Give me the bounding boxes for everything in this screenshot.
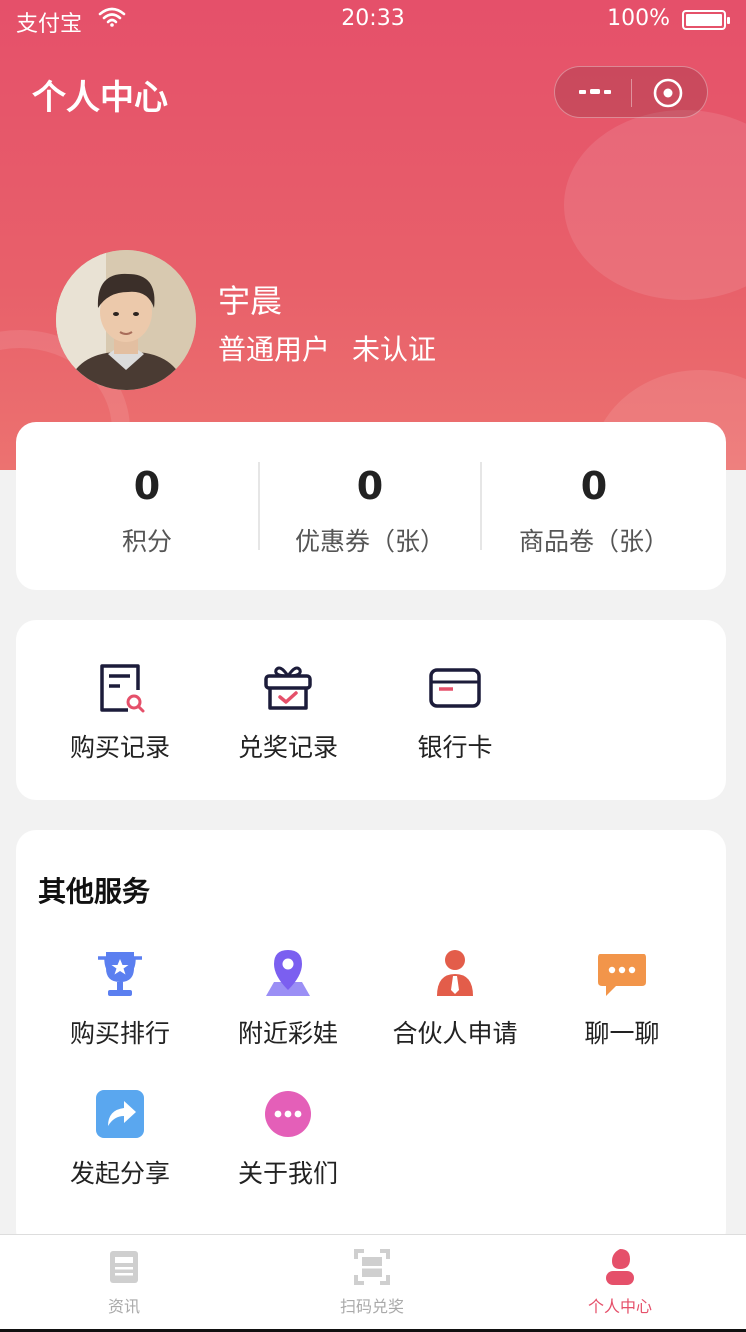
share-button[interactable]: 发起分享 xyxy=(36,1080,204,1220)
service-label: 聊一聊 xyxy=(584,1019,660,1048)
stat-product-vouchers[interactable]: 0 商品卷（张） xyxy=(483,422,705,590)
records-card: 购买记录 兑奖记录 银行卡 xyxy=(16,620,726,800)
share-icon xyxy=(92,1086,148,1142)
battery-icon xyxy=(682,10,730,30)
chat-bubble-icon xyxy=(594,946,650,1002)
user-name: 宇晨 xyxy=(218,282,283,320)
tab-scan[interactable]: 扫码兑奖 xyxy=(248,1235,496,1332)
gift-record-icon xyxy=(260,660,316,716)
more-menu-icon[interactable] xyxy=(575,77,615,107)
partner-application-button[interactable]: 合伙人申请 xyxy=(371,940,539,1080)
purchase-ranking-button[interactable]: 购买排行 xyxy=(36,940,204,1080)
stats-card: 0 积分 0 优惠券（张） 0 商品卷（张） xyxy=(16,422,726,590)
gift-record-label: 兑奖记录 xyxy=(237,733,338,762)
verification-status[interactable]: 未认证 xyxy=(352,333,436,366)
tab-news[interactable]: 资讯 xyxy=(0,1235,248,1332)
user-level-label: 普通用户 xyxy=(218,333,331,366)
purchase-record-button[interactable]: 购买记录 xyxy=(36,620,204,800)
stat-label: 优惠券（张） xyxy=(294,527,445,556)
service-label: 发起分享 xyxy=(69,1159,170,1188)
service-label: 合伙人申请 xyxy=(392,1019,518,1048)
tab-profile[interactable]: 个人中心 xyxy=(496,1235,744,1332)
stat-value: 0 xyxy=(133,464,161,508)
more-dots-icon xyxy=(260,1086,316,1142)
page-title: 个人中心 xyxy=(32,78,168,118)
bottom-tab-bar: 资讯 扫码兑奖 个人中心 xyxy=(0,1234,746,1332)
gift-record-button[interactable]: 兑奖记录 xyxy=(204,620,372,800)
tab-label: 个人中心 xyxy=(587,1297,652,1316)
service-label: 附近彩娃 xyxy=(237,1019,338,1048)
chat-button[interactable]: 聊一聊 xyxy=(538,940,706,1080)
bank-card-icon xyxy=(427,660,483,716)
stat-label: 商品卷（张） xyxy=(518,527,669,556)
bank-card-label: 银行卡 xyxy=(417,733,493,762)
nearby-lottery-button[interactable]: 附近彩娃 xyxy=(204,940,372,1080)
location-pin-icon xyxy=(260,946,316,1002)
close-mini-program-icon[interactable] xyxy=(651,77,685,109)
partner-icon xyxy=(427,946,483,1002)
stat-points[interactable]: 0 积分 xyxy=(36,422,258,590)
about-us-button[interactable]: 关于我们 xyxy=(204,1080,372,1220)
stat-label: 积分 xyxy=(121,527,172,556)
service-label: 关于我们 xyxy=(237,1159,338,1188)
other-services-card: 其他服务 购买排行 附近彩娃 合伙人申请 聊一聊 发起分享 关于我们 xyxy=(16,830,726,1250)
tab-label: 资讯 xyxy=(107,1297,140,1316)
avatar[interactable] xyxy=(56,250,196,390)
user-status: 普通用户 未认证 xyxy=(218,328,436,368)
trophy-icon xyxy=(92,946,148,1002)
news-icon xyxy=(104,1247,144,1287)
purchase-record-label: 购买记录 xyxy=(69,733,170,762)
bank-card-button[interactable]: 银行卡 xyxy=(371,620,539,800)
purchase-record-icon xyxy=(92,660,148,716)
tab-label: 扫码兑奖 xyxy=(339,1297,404,1316)
stat-coupons[interactable]: 0 优惠券（张） xyxy=(259,422,481,590)
battery-percent: 100% xyxy=(607,6,670,31)
profile-icon xyxy=(600,1247,640,1287)
service-label: 购买排行 xyxy=(69,1019,170,1048)
stat-value: 0 xyxy=(356,464,384,508)
status-bar: 支付宝 20:33 100% xyxy=(0,0,746,40)
mini-program-capsule xyxy=(554,66,708,118)
section-heading: 其他服务 xyxy=(38,875,151,908)
decor-circle xyxy=(564,110,746,300)
stat-value: 0 xyxy=(580,464,608,508)
scan-icon xyxy=(352,1247,392,1287)
